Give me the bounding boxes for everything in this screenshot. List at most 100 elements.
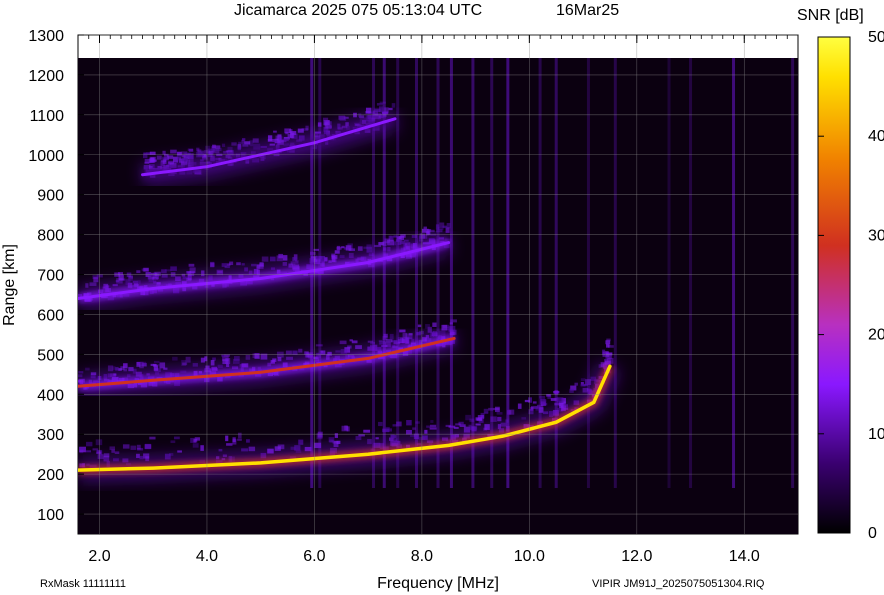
y-tick-label: 800 (37, 228, 64, 245)
file-label: VIPIR JM91J_2025075051304.RIQ (592, 578, 765, 590)
colorbar-title: SNR [dB] (797, 7, 864, 24)
echo-speckle (346, 426, 350, 432)
echo-speckle (322, 117, 329, 121)
ionogram-chart: Jicamarca 2025 075 05:13:04 UTC 16Mar25 … (1, 2, 884, 592)
y-tick-label: 300 (37, 427, 64, 444)
echo-speckle (136, 270, 141, 274)
echo-speckle (336, 245, 341, 251)
y-tick-label: 1300 (28, 28, 64, 45)
echo-speckle (128, 367, 134, 372)
echo-speckle (207, 148, 215, 151)
interference-line (449, 58, 453, 488)
echo-speckle (341, 246, 345, 249)
echo-speckle (85, 367, 90, 371)
y-tick-label: 200 (37, 467, 64, 484)
echo-speckle (426, 425, 431, 428)
echo-speckle (385, 426, 390, 433)
echo-speckle (139, 361, 147, 367)
echo-speckle (85, 450, 92, 453)
interference-line (415, 58, 419, 488)
echo-speckle (363, 429, 371, 433)
echo-speckle (197, 150, 204, 157)
y-tick-label: 600 (37, 307, 64, 324)
echo-speckle (200, 357, 205, 363)
echo-speckle (475, 423, 481, 426)
interference-line (586, 58, 590, 488)
y-tick-label: 1200 (28, 68, 64, 85)
echo-speckle (136, 361, 141, 367)
y-tick-label: 400 (37, 387, 64, 404)
echo-speckle (200, 445, 204, 451)
echo-speckle (574, 382, 578, 386)
colorbar (817, 36, 851, 534)
echo-speckle (606, 343, 610, 348)
echo-speckle (193, 438, 198, 443)
interference-line (490, 58, 494, 488)
echo-speckle (432, 322, 437, 328)
echo-speckle (114, 451, 120, 455)
echo-speckle (174, 436, 180, 440)
echo-speckle (517, 403, 522, 409)
interference-line (613, 58, 617, 488)
echo-speckle (378, 340, 383, 343)
colorbar-tick-label: 10 (868, 426, 884, 443)
echo-speckle (390, 434, 395, 440)
echo-speckle (156, 155, 162, 160)
echo-speckle (241, 448, 249, 452)
echo-speckle (389, 333, 394, 340)
echo-speckle (93, 277, 99, 283)
echo-speckle (111, 366, 116, 370)
echo-speckle (423, 226, 427, 230)
interference-line (436, 58, 440, 488)
echo-speckle (442, 225, 448, 229)
echo-speckle (233, 356, 240, 361)
echo-speckle (170, 149, 177, 154)
echo-speckle (153, 360, 160, 364)
echo-speckle (492, 407, 500, 411)
echo-speckle (363, 246, 368, 249)
echo-speckle (282, 255, 288, 261)
echo-speckle (96, 451, 102, 455)
echo-speckle (445, 227, 450, 233)
echo-speckle (170, 440, 176, 444)
echo-speckle (238, 432, 242, 439)
y-tick-label: 1100 (30, 108, 65, 125)
y-tick-label: 500 (37, 347, 64, 364)
echo-speckle (252, 138, 259, 143)
y-tick-label: 100 (37, 507, 64, 524)
y-tick-label: 700 (37, 268, 64, 285)
echo-speckle (425, 324, 430, 329)
x-tick-label: 12.0 (621, 548, 652, 565)
interference-line (667, 58, 671, 488)
echo-speckle (387, 239, 394, 246)
x-tick-label: 6.0 (303, 548, 325, 565)
echo-speckle (221, 354, 226, 357)
echo-speckle (130, 445, 137, 450)
echo-speckle (225, 435, 229, 442)
echo-speckle (149, 272, 155, 278)
echo-speckle (149, 158, 155, 163)
x-axis-title: Frequency [MHz] (377, 575, 499, 592)
echo-speckle (418, 330, 424, 335)
echo-speckle (339, 340, 347, 345)
echo-speckle (210, 262, 215, 267)
echo-speckle (136, 444, 141, 450)
colorbar-tick-label: 50 (868, 29, 884, 46)
echo-speckle (241, 263, 245, 266)
x-tick-label: 8.0 (411, 548, 433, 565)
echo-speckle (162, 156, 169, 160)
echo-speckle (188, 263, 195, 267)
echo-speckle (189, 148, 194, 152)
echo-speckle (242, 144, 249, 147)
echo-speckle (430, 420, 434, 423)
echo-speckle (259, 262, 265, 267)
echo-speckle (128, 275, 134, 279)
echo-speckle (375, 437, 379, 440)
echo-speckle (212, 144, 216, 149)
colorbar-tick-label: 0 (868, 525, 877, 542)
echo-speckle (241, 139, 245, 144)
echo-speckle (532, 401, 537, 404)
echo-speckle (351, 340, 358, 344)
echo-speckle (357, 246, 363, 251)
echo-speckle (109, 446, 115, 451)
